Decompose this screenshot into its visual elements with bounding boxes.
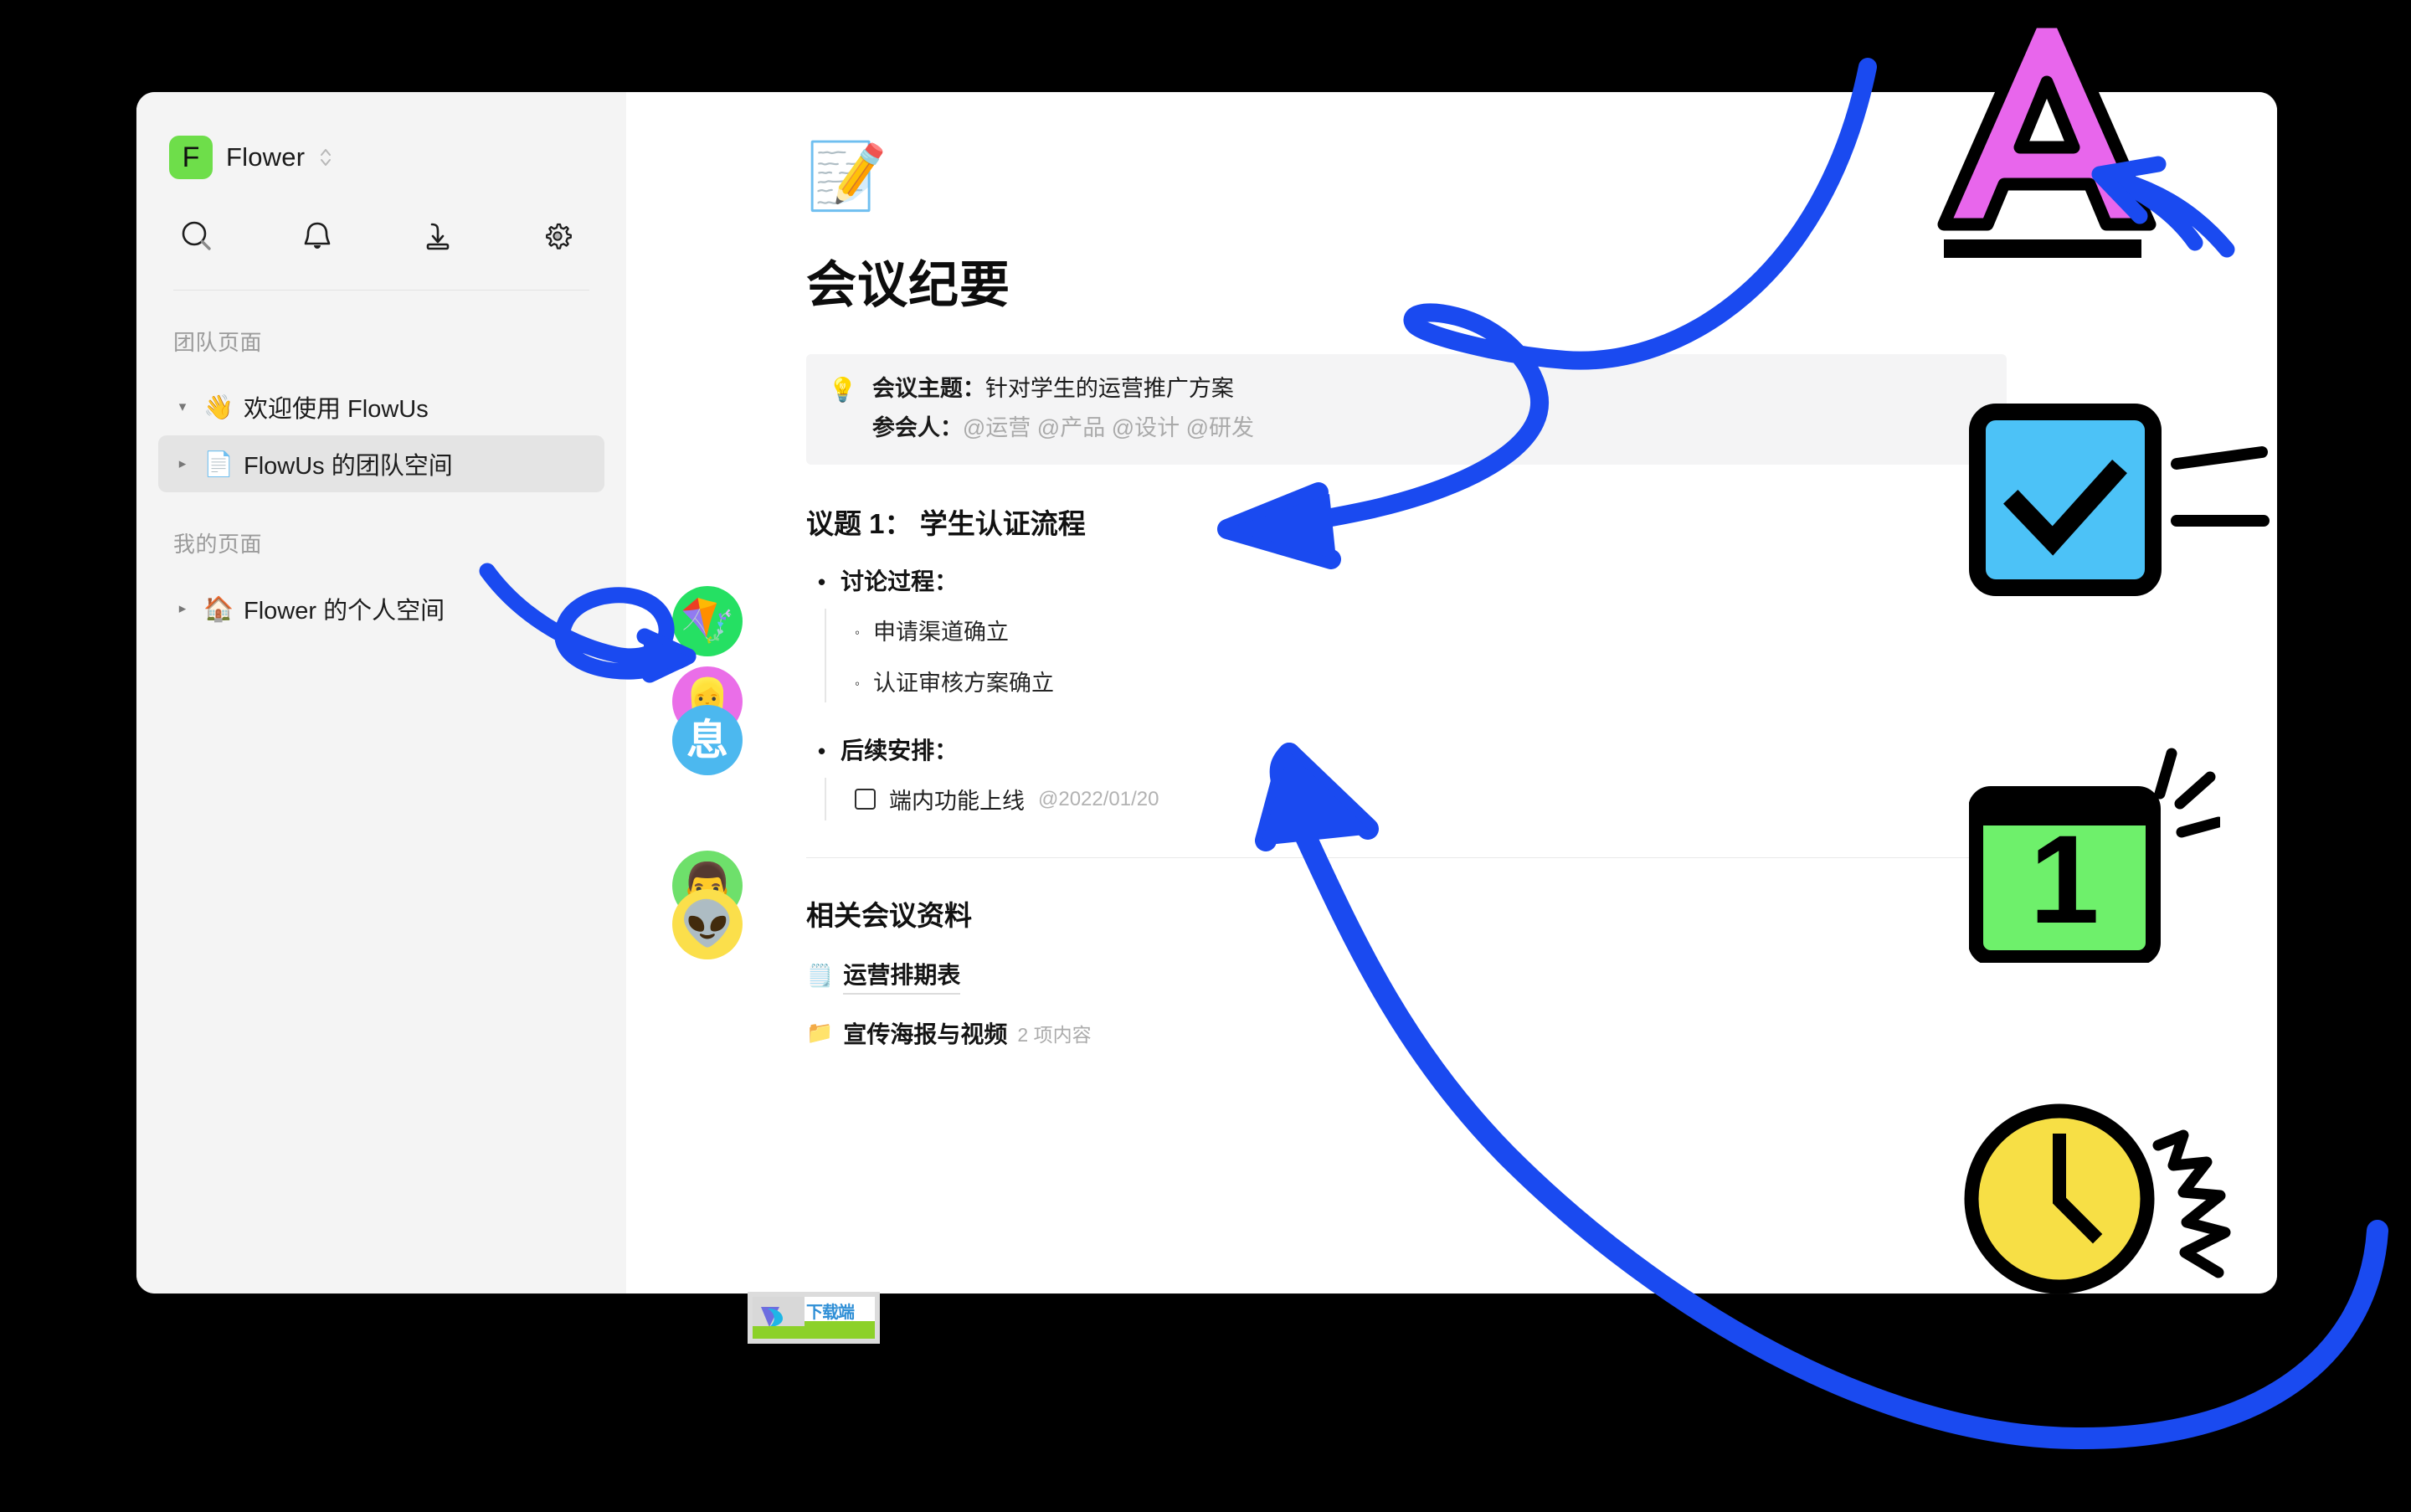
chevron-right-icon[interactable]: ▸ bbox=[173, 600, 192, 617]
bullet-label: 讨论过程： bbox=[841, 568, 959, 595]
callout-line-attendees: 参会人：@运营 @产品 @设计 @研发 bbox=[872, 412, 1254, 445]
gear-icon[interactable] bbox=[534, 213, 581, 260]
list-item-label: 认证审核方案确立 bbox=[873, 671, 1055, 697]
list-item-label: 申请渠道确立 bbox=[873, 620, 1010, 645]
bullet-circle-icon: ◦ bbox=[855, 676, 861, 692]
callout-line-topic: 会议主题：针对学生的运营推广方案 bbox=[872, 373, 1254, 405]
thumbnail-logo-area bbox=[753, 1297, 805, 1339]
callout-topic-value: 针对学生的运营推广方案 bbox=[984, 376, 1234, 401]
sidebar-item-label: 欢迎使用 FlowUs bbox=[244, 396, 429, 423]
search-icon[interactable] bbox=[173, 213, 220, 260]
spiral-notepad-icon: 🗒️ bbox=[806, 963, 834, 989]
sidebar-item-label: FlowUs 的团队空间 bbox=[244, 453, 453, 480]
material-count: 2 项内容 bbox=[1017, 1024, 1092, 1047]
import-download-icon[interactable] bbox=[414, 213, 460, 260]
sidebar-item-personal-space[interactable]: ▸ 🏠 Flower 的个人空间 bbox=[158, 580, 604, 637]
workspace-switcher[interactable]: F Flower bbox=[136, 92, 626, 179]
wave-emoji-icon: 👋 bbox=[203, 392, 234, 421]
callout-topic-label: 会议主题： bbox=[871, 376, 985, 401]
discussion-sublist: ◦ 申请渠道确立 ◦ 认证审核方案确立 bbox=[825, 609, 2277, 703]
callout-block[interactable]: 💡 会议主题：针对学生的运营推广方案 参会人：@运营 @产品 @设计 @研发 bbox=[806, 354, 2007, 465]
workspace-badge: F bbox=[169, 136, 213, 179]
document-emoji-icon: 📄 bbox=[203, 449, 234, 478]
bullet-dot-icon: • bbox=[818, 738, 826, 764]
sidebar-section-label-team: 团队页面 bbox=[173, 330, 263, 355]
material-label: 宣传海报与视频 bbox=[843, 1021, 1008, 1048]
download-banner-thumbnail[interactable]: 下载端 bbox=[748, 1292, 880, 1344]
chevron-down-icon[interactable]: ▾ bbox=[173, 399, 192, 415]
bullet-circle-icon: ◦ bbox=[855, 625, 861, 641]
chevron-updown-icon bbox=[318, 144, 333, 171]
screen-root: F Flower 团队页面 ▾ 👋 欢迎使用 FlowUs ▸ 📄 FlowUs… bbox=[0, 0, 2411, 1512]
avatar: 息 bbox=[672, 705, 743, 775]
thumbnail-text-area: 下载端 bbox=[805, 1297, 875, 1339]
bullet-label: 后续安排： bbox=[841, 738, 959, 764]
sidebar-item-label: Flower 的个人空间 bbox=[244, 598, 445, 625]
chevron-right-icon[interactable]: ▸ bbox=[173, 455, 192, 472]
list-item[interactable]: ◦ 申请渠道确立 bbox=[855, 614, 2277, 646]
sidebar-item-team-space[interactable]: ▸ 📄 FlowUs 的团队空间 bbox=[158, 435, 604, 492]
house-emoji-icon: 🏠 bbox=[203, 594, 234, 623]
checkbox-icon[interactable] bbox=[855, 789, 876, 810]
todo-date: @2022/01/20 bbox=[1038, 787, 1159, 810]
lightbulb-icon: 💡 bbox=[828, 376, 857, 404]
section-divider bbox=[806, 857, 2007, 859]
sidebar-item-welcome[interactable]: ▾ 👋 欢迎使用 FlowUs bbox=[158, 378, 604, 435]
callout-attendees-label: 参会人： bbox=[871, 415, 963, 441]
thumbnail-label: 下载端 bbox=[806, 1302, 855, 1322]
bell-icon[interactable] bbox=[294, 213, 341, 260]
todo-label: 端内功能上线 bbox=[889, 789, 1025, 815]
calendar-sticker: 1 bbox=[1968, 745, 2224, 965]
list-item[interactable]: ◦ 认证审核方案确立 bbox=[855, 665, 2277, 697]
calendar-day-number: 1 bbox=[2029, 809, 2099, 949]
letter-a-sticker bbox=[1934, 15, 2160, 275]
workspace-name: Flower bbox=[226, 142, 306, 172]
callout-attendees-value: @运营 @产品 @设计 @研发 bbox=[962, 415, 1255, 441]
avatar: 🪁 bbox=[672, 586, 743, 656]
clock-sticker bbox=[1959, 1097, 2231, 1306]
bullet-dot-icon: • bbox=[818, 569, 826, 595]
avatar: 👽 bbox=[672, 889, 743, 959]
sidebar-toolbar bbox=[136, 179, 626, 260]
material-label: 运营排期表 bbox=[843, 957, 961, 995]
sidebar: F Flower 团队页面 ▾ 👋 欢迎使用 FlowUs ▸ 📄 FlowUs… bbox=[136, 92, 626, 1293]
checkbox-sticker bbox=[1969, 404, 2270, 596]
material-link-schedule[interactable]: 🗒️ 运营排期表 bbox=[806, 957, 2277, 995]
sidebar-section-label-mine: 我的页面 bbox=[173, 532, 263, 557]
material-folder-posters[interactable]: 📁 宣传海报与视频 2 项内容 bbox=[806, 1016, 2277, 1050]
folder-icon: 📁 bbox=[806, 1021, 834, 1047]
